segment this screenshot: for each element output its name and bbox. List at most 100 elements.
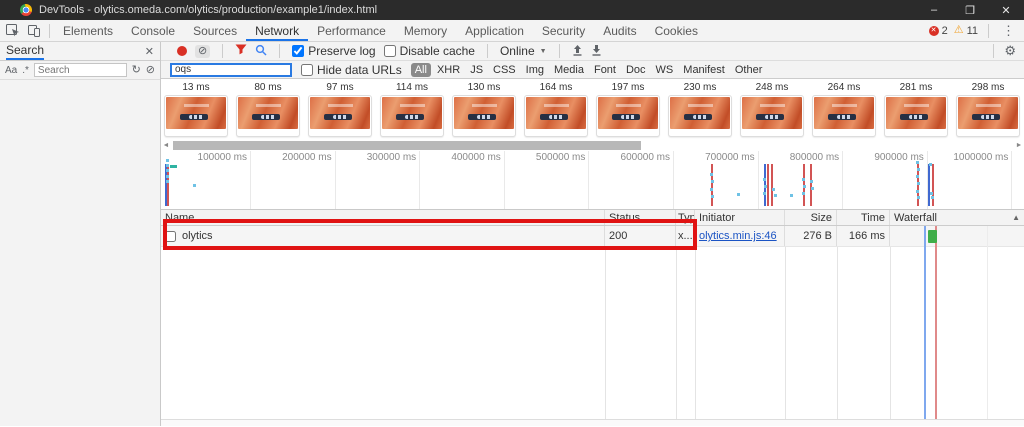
filter-type-css[interactable]: CSS xyxy=(489,63,520,77)
filmstrip-frame[interactable]: 197 ms xyxy=(596,81,660,139)
filter-type-manifest[interactable]: Manifest xyxy=(679,63,729,77)
filmstrip-frame[interactable]: 114 ms xyxy=(380,81,444,139)
tab-console[interactable]: Console xyxy=(122,20,184,41)
filmstrip-thumbnail xyxy=(236,95,300,137)
warning-count: 11 xyxy=(967,25,978,37)
filmstrip-frame[interactable]: 97 ms xyxy=(308,81,372,139)
overview-request-dot xyxy=(916,190,919,193)
filter-type-all[interactable]: All xyxy=(411,63,431,77)
column-header-waterfall[interactable]: Waterfall ▲ xyxy=(890,210,1024,225)
scrollbar-thumb[interactable] xyxy=(173,141,641,150)
filmstrip-frame[interactable]: 264 ms xyxy=(812,81,876,139)
overview-tick-label: 600000 ms xyxy=(590,152,670,163)
preserve-log-checkbox[interactable]: Preserve log xyxy=(292,44,375,58)
filmstrip-frame[interactable]: 13 ms xyxy=(164,81,228,139)
network-overview[interactable]: 100000 ms200000 ms300000 ms400000 ms5000… xyxy=(161,151,1024,210)
overview-tick-label: 800000 ms xyxy=(759,152,839,163)
overview-request-dot xyxy=(166,159,169,162)
filter-type-js[interactable]: JS xyxy=(466,63,487,77)
refresh-icon[interactable]: ↻ xyxy=(132,65,141,76)
filmstrip-thumbnail xyxy=(380,95,444,137)
device-toolbar-icon[interactable] xyxy=(28,25,41,37)
filter-type-font[interactable]: Font xyxy=(590,63,620,77)
overview-tick-label: 900000 ms xyxy=(844,152,924,163)
export-har-icon[interactable] xyxy=(591,44,602,59)
column-header-type[interactable]: Type xyxy=(676,210,695,225)
page-screenshot-thumbnail xyxy=(598,97,658,129)
tab-network[interactable]: Network xyxy=(246,20,308,41)
tab-security[interactable]: Security xyxy=(533,20,594,41)
filmstrip-timestamp: 197 ms xyxy=(596,81,660,95)
column-divider xyxy=(837,247,838,419)
filmstrip-frame[interactable]: 80 ms xyxy=(236,81,300,139)
initiator-link[interactable]: olytics.min.js:46 xyxy=(699,230,777,242)
clear-search-icon[interactable]: ⊘ xyxy=(146,65,155,76)
warning-badge[interactable]: ⚠ 11 xyxy=(954,25,978,37)
table-row[interactable]: olytics 200 x... olytics.min.js:46 276 B… xyxy=(161,226,1024,247)
filter-input[interactable] xyxy=(170,63,292,77)
filter-type-doc[interactable]: Doc xyxy=(622,63,650,77)
record-button[interactable] xyxy=(177,46,187,56)
filter-type-other[interactable]: Other xyxy=(731,63,767,77)
tab-memory[interactable]: Memory xyxy=(395,20,456,41)
filmstrip-frame[interactable]: 164 ms xyxy=(524,81,588,139)
tab-audits[interactable]: Audits xyxy=(594,20,645,41)
tab-elements[interactable]: Elements xyxy=(54,20,122,41)
chrome-logo-icon xyxy=(20,4,32,16)
search-requests-icon[interactable] xyxy=(255,44,267,59)
more-options-menu-icon[interactable]: ⋮ xyxy=(999,23,1018,39)
filter-type-xhr[interactable]: XHR xyxy=(433,63,464,77)
filmstrip-frame[interactable]: 248 ms xyxy=(740,81,804,139)
regex-toggle[interactable]: .* xyxy=(22,65,29,76)
overview-gridline xyxy=(1011,151,1012,209)
scroll-right-icon[interactable]: ► xyxy=(1014,142,1024,149)
tab-application[interactable]: Application xyxy=(456,20,533,41)
hide-data-urls-checkbox[interactable]: Hide data URLs xyxy=(301,63,402,77)
filmstrip-frame[interactable]: 130 ms xyxy=(452,81,516,139)
column-header-time[interactable]: Time xyxy=(837,210,890,225)
maximize-button[interactable]: ❐ xyxy=(952,0,988,20)
match-case-toggle[interactable]: Aa xyxy=(5,65,17,76)
overview-request-dot xyxy=(764,185,767,188)
close-button[interactable]: ✕ xyxy=(988,0,1024,20)
tab-performance[interactable]: Performance xyxy=(308,20,395,41)
inspect-element-icon[interactable] xyxy=(6,24,20,37)
search-close-icon[interactable]: ✕ xyxy=(145,45,154,58)
filter-type-img[interactable]: Img xyxy=(522,63,548,77)
overview-request-dot xyxy=(917,182,920,185)
filter-type-ws[interactable]: WS xyxy=(652,63,678,77)
overview-request-dot xyxy=(929,163,932,166)
throttling-dropdown[interactable]: Online ▼ xyxy=(500,44,547,58)
search-input[interactable] xyxy=(34,63,127,77)
tab-cookies[interactable]: Cookies xyxy=(646,20,707,41)
page-screenshot-thumbnail xyxy=(670,97,730,129)
filter-funnel-icon[interactable] xyxy=(235,44,247,58)
page-screenshot-thumbnail xyxy=(958,97,1018,129)
devtools-tabbar: ElementsConsoleSourcesNetworkPerformance… xyxy=(0,20,1024,42)
gear-icon[interactable]: ⚙ xyxy=(1004,43,1016,59)
scroll-left-icon[interactable]: ◄ xyxy=(161,142,171,149)
clear-requests-icon[interactable]: ⊘ xyxy=(195,45,210,58)
filmstrip: 13 ms 80 ms 97 ms 114 ms 130 ms 164 ms xyxy=(161,79,1024,139)
import-har-icon[interactable] xyxy=(572,44,583,59)
requests-table: Name Status Type Initiator Size Time Wat… xyxy=(161,210,1024,419)
row-checkbox[interactable] xyxy=(165,231,176,242)
tab-sources[interactable]: Sources xyxy=(184,20,246,41)
column-header-size[interactable]: Size xyxy=(785,210,837,225)
column-header-status[interactable]: Status xyxy=(605,210,676,225)
disable-cache-checkbox[interactable]: Disable cache xyxy=(384,44,475,58)
filter-type-media[interactable]: Media xyxy=(550,63,588,77)
preserve-log-input[interactable] xyxy=(292,45,304,57)
filmstrip-frame[interactable]: 298 ms xyxy=(956,81,1020,139)
minimize-button[interactable]: – xyxy=(916,0,952,20)
filmstrip-scrollbar[interactable]: ◄ ► xyxy=(161,139,1024,151)
overview-request-dot xyxy=(166,164,169,167)
error-badge[interactable]: ✕ 2 xyxy=(929,25,948,37)
overview-event-line xyxy=(928,164,930,206)
column-header-initiator[interactable]: Initiator xyxy=(695,210,785,225)
hide-data-urls-input[interactable] xyxy=(301,64,313,76)
disable-cache-input[interactable] xyxy=(384,45,396,57)
filmstrip-frame[interactable]: 230 ms xyxy=(668,81,732,139)
filmstrip-frame[interactable]: 281 ms xyxy=(884,81,948,139)
column-header-name[interactable]: Name xyxy=(161,210,605,225)
